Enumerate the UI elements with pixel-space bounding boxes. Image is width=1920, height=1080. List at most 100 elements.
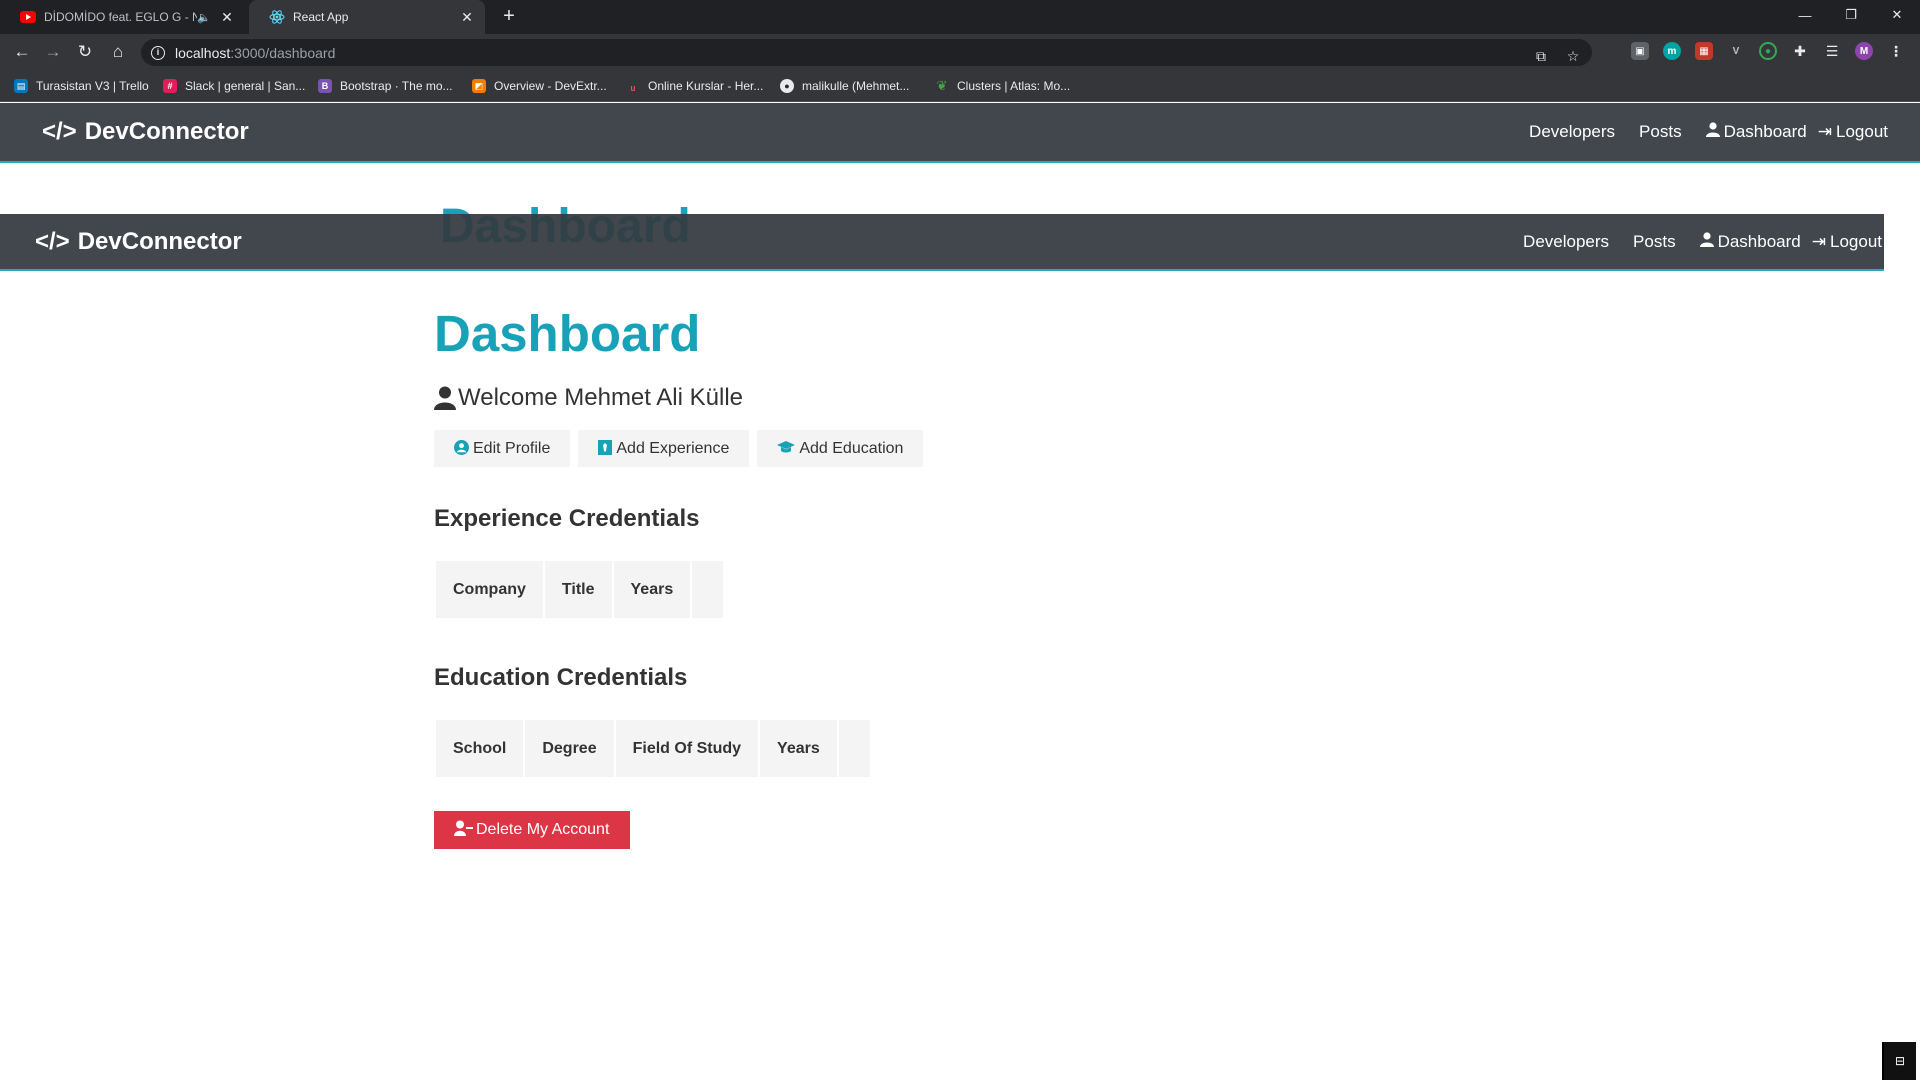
- user-circle-icon: [454, 439, 469, 458]
- browser-tab-strip: DİDOMİDO feat. EGLO G - N 🔈 ✕ React App …: [0, 0, 1920, 34]
- top-navbar: </> DevConnector Developers Posts Dashbo…: [0, 103, 1920, 163]
- extensions-puzzle-icon[interactable]: ✚: [1791, 42, 1809, 60]
- column-header: Title: [544, 561, 612, 619]
- slack-icon: #: [163, 79, 177, 93]
- bookmark-label: Overview - DevExtr...: [494, 79, 607, 93]
- edit-profile-button[interactable]: Edit Profile: [434, 430, 571, 468]
- column-header-actions: [838, 720, 870, 778]
- nav-posts[interactable]: Posts: [1639, 122, 1682, 142]
- user-minus-icon: [454, 820, 474, 841]
- page-viewport: </> DevConnector Developers Posts Dashbo…: [0, 103, 1920, 1080]
- delete-account-button[interactable]: Delete My Account: [434, 811, 630, 850]
- sign-out-icon: ⇥: [1817, 122, 1832, 141]
- tab-react-app[interactable]: React App ✕: [249, 0, 485, 34]
- nav-dashboard-label: Dashboard: [1723, 122, 1807, 141]
- nav-developers[interactable]: Developers: [1523, 232, 1609, 252]
- nav-links: Developers Posts Dashboard ⇥ Logout: [1499, 232, 1882, 252]
- back-icon[interactable]: ←: [10, 40, 34, 64]
- new-tab-icon[interactable]: +: [498, 6, 520, 28]
- delete-account-label: Delete My Account: [476, 821, 610, 839]
- add-experience-button[interactable]: Add Experience: [578, 430, 750, 468]
- column-header: School: [436, 720, 524, 778]
- code-icon: </>: [35, 227, 70, 255]
- black-tie-icon: [598, 439, 613, 458]
- bookmark-item[interactable]: # Slack | general | San...: [163, 70, 305, 102]
- close-tab-icon[interactable]: ✕: [459, 9, 475, 26]
- table-header-row: Company Title Years: [436, 561, 724, 619]
- extension-red-icon[interactable]: ▦: [1695, 42, 1713, 60]
- nav-logout[interactable]: ⇥ Logout: [1818, 122, 1888, 142]
- extension-m-icon[interactable]: m: [1663, 42, 1681, 60]
- nav-posts[interactable]: Posts: [1633, 232, 1676, 252]
- translate-icon[interactable]: ⧉: [1530, 45, 1552, 67]
- bookmark-item[interactable]: ▤ Turasistan V3 | Trello: [14, 70, 149, 102]
- tab-title: React App: [293, 10, 349, 24]
- nav-dashboard-label: Dashboard: [1717, 231, 1801, 251]
- react-icon: [269, 9, 285, 25]
- experience-table: Company Title Years: [434, 559, 725, 620]
- bookmark-item[interactable]: ᵤ Online Kurslar - Her...: [626, 70, 764, 102]
- bookmark-label: Slack | general | San...: [185, 79, 306, 93]
- address-bar[interactable]: i localhost:3000/dashboard ⧉ ☆: [141, 39, 1592, 66]
- brand-link[interactable]: </> DevConnector: [42, 118, 249, 146]
- url-host: localhost: [175, 44, 231, 61]
- nav-developers[interactable]: Developers: [1529, 122, 1615, 142]
- column-header-actions: [692, 561, 724, 619]
- user-icon: [1705, 122, 1720, 142]
- code-icon: </>: [42, 118, 77, 145]
- add-education-button[interactable]: Add Education: [757, 430, 924, 468]
- extension-target-icon[interactable]: ●: [1759, 42, 1777, 60]
- corner-widget-icon[interactable]: ⊟: [1882, 1042, 1916, 1080]
- restore-icon[interactable]: ❐: [1828, 0, 1874, 30]
- bookmark-star-icon[interactable]: ☆: [1562, 45, 1584, 67]
- profile-avatar[interactable]: M: [1855, 42, 1873, 60]
- brand-text: DevConnector: [77, 227, 242, 255]
- bookmark-item[interactable]: ● malikulle (Mehmet...: [780, 70, 909, 102]
- nav-logout[interactable]: ⇥ Logout: [1812, 232, 1882, 252]
- reload-icon[interactable]: ↻: [73, 40, 97, 64]
- welcome-message: Welcome Mehmet Ali Külle: [434, 384, 1534, 412]
- graduation-cap-icon: [777, 440, 796, 457]
- add-experience-label: Add Experience: [616, 439, 730, 457]
- nav-dashboard[interactable]: Dashboard: [1699, 231, 1801, 252]
- column-header: Degree: [525, 720, 614, 778]
- devextreme-icon: ◩: [472, 79, 486, 93]
- brand-link[interactable]: </> DevConnector: [35, 228, 242, 256]
- column-header: Field Of Study: [615, 720, 759, 778]
- welcome-text: Welcome Mehmet Ali Külle: [458, 384, 743, 412]
- bookmark-label: Bootstrap · The mo...: [340, 79, 453, 93]
- extension-copy-icon[interactable]: ▣: [1631, 42, 1649, 60]
- bookmark-item[interactable]: ◩ Overview - DevExtr...: [472, 70, 607, 102]
- reading-list-icon[interactable]: ☰: [1823, 42, 1841, 60]
- close-window-icon[interactable]: ✕: [1874, 0, 1920, 30]
- table-header-row: School Degree Field Of Study Years: [436, 720, 870, 778]
- browser-toolbar: ← → ↻ ⌂ i localhost:3000/dashboard ⧉ ☆ ▣…: [0, 34, 1920, 70]
- close-tab-icon[interactable]: ✕: [219, 9, 235, 26]
- column-header: Years: [613, 561, 691, 619]
- bookmark-label: malikulle (Mehmet...: [802, 79, 910, 93]
- bookmark-item[interactable]: B Bootstrap · The mo...: [318, 70, 453, 102]
- mongodb-leaf-icon: ❦: [936, 78, 948, 93]
- extension-vue-icon[interactable]: V: [1727, 42, 1745, 60]
- browser-menu-icon[interactable]: ⋮: [1887, 42, 1905, 60]
- add-education-label: Add Education: [799, 439, 904, 457]
- speaker-icon[interactable]: 🔈: [197, 11, 211, 24]
- education-table: School Degree Field Of Study Years: [434, 718, 872, 779]
- dashboard-actions: Edit Profile Add Experience Add Educatio…: [434, 430, 1534, 468]
- nav-dashboard[interactable]: Dashboard: [1705, 122, 1807, 142]
- home-icon[interactable]: ⌂: [106, 40, 130, 64]
- bookmark-label: Turasistan V3 | Trello: [36, 79, 149, 93]
- forward-icon[interactable]: →: [41, 40, 65, 64]
- trello-icon: ▤: [14, 79, 28, 93]
- education-heading: Education Credentials: [434, 664, 688, 692]
- tab-youtube[interactable]: DİDOMİDO feat. EGLO G - N 🔈 ✕: [0, 0, 245, 34]
- brand-text: DevConnector: [84, 118, 249, 145]
- site-info-icon[interactable]: i: [151, 45, 165, 60]
- bookmark-item[interactable]: ❦ Clusters | Atlas: Mo...: [935, 70, 1071, 102]
- page-title: Dashboard: [434, 305, 701, 362]
- user-icon: [434, 386, 456, 411]
- nav-links: Developers Posts Dashboard ⇥ Logout: [1505, 122, 1888, 142]
- minimize-icon[interactable]: —: [1782, 0, 1828, 30]
- experience-heading: Experience Credentials: [434, 505, 700, 533]
- nav-logout-label: Logout: [1836, 122, 1888, 141]
